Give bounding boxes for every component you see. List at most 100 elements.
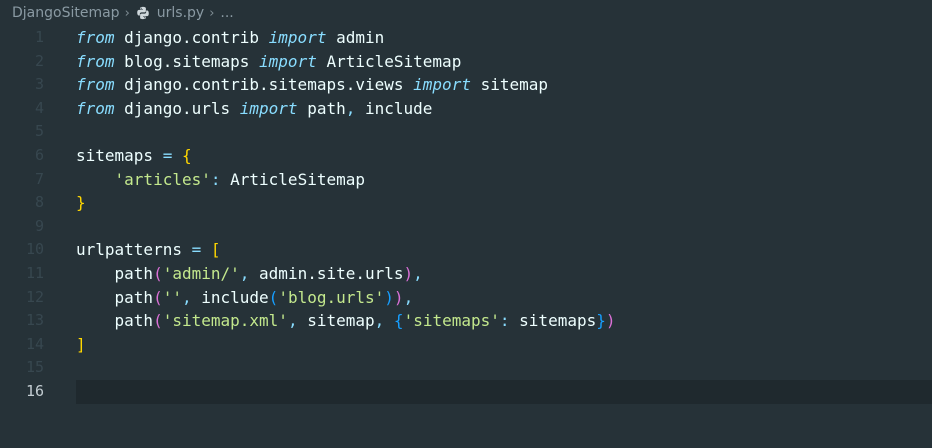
code-token: admin [326, 28, 385, 47]
code-line[interactable]: 12 path('', include('blog.urls')), [0, 286, 932, 310]
code-token: , [287, 311, 298, 331]
code-token: from [76, 28, 115, 47]
line-gutter: 11 [0, 262, 76, 286]
code-lines[interactable]: 1 from django.contrib import admin 2 from b… [0, 26, 932, 404]
line-gutter: 2 [0, 50, 76, 74]
code-token: , [345, 98, 356, 118]
code-line[interactable]: 1 from django.contrib import admin [0, 26, 932, 50]
line-gutter: 14 [0, 333, 76, 357]
breadcrumb-project[interactable]: DjangoSitemap [12, 5, 120, 21]
code-line[interactable]: 16 [0, 379, 932, 404]
code-line[interactable]: 11 path('admin/', admin.site.urls), [0, 262, 932, 286]
code-text: path('', include('blog.urls')), [76, 286, 414, 310]
code-token: sitemaps [509, 311, 597, 331]
code-token: '' [162, 287, 182, 307]
line-gutter: 8 [0, 191, 76, 215]
code-line[interactable]: 3 from django.contrib.sitemaps.views impo… [0, 73, 932, 97]
code-line[interactable]: 9 [0, 215, 932, 239]
code-text: ] [76, 333, 86, 357]
code-token: ( [153, 263, 163, 283]
line-number: 13 [25, 311, 44, 330]
code-token: } [596, 311, 606, 331]
line-number: 8 [34, 193, 44, 212]
code-token: { [181, 145, 192, 165]
code-token: [ [210, 240, 221, 260]
code-text: path('sitemap.xml', sitemap, {'sitemaps'… [76, 309, 616, 333]
code-token: sitemaps [76, 145, 163, 165]
code-text: from django.urls import path, include [76, 97, 432, 121]
code-token: ] [76, 334, 86, 354]
code-token: ( [153, 287, 163, 307]
code-line[interactable]: 13 path('sitemap.xml', sitemap, {'sitema… [0, 309, 932, 333]
code-token: path [76, 263, 154, 283]
code-editor[interactable]: DjangoSitemap › urls.py › ... 1 from djan… [0, 0, 932, 448]
line-number: 9 [34, 216, 44, 235]
code-token: 'sitemaps' [403, 311, 500, 331]
line-number: 5 [34, 122, 44, 141]
code-line[interactable]: 2 from blog.sitemaps import ArticleSitema… [0, 50, 932, 74]
code-text: from blog.sitemaps import ArticleSitemap [76, 50, 461, 74]
code-token: ArticleSitemap [220, 169, 365, 189]
breadcrumb-more[interactable]: ... [220, 5, 233, 21]
breadcrumb: DjangoSitemap › urls.py › ... [0, 0, 932, 26]
line-number: 3 [34, 75, 44, 94]
code-line[interactable]: 10 urlpatterns = [ [0, 238, 932, 262]
code-token: import [268, 28, 327, 47]
code-line[interactable]: 15 [0, 356, 932, 380]
code-token: blog.sitemaps [114, 51, 260, 71]
line-number: 4 [34, 98, 44, 117]
chevron-right-icon: › [124, 5, 130, 21]
code-token: = [191, 240, 202, 260]
code-token: , [413, 263, 423, 283]
code-line[interactable]: 7 'articles': ArticleSitemap [0, 168, 932, 192]
line-gutter: 10 [0, 238, 76, 262]
code-token: ) [384, 287, 394, 307]
code-token: path [297, 98, 346, 118]
line-gutter: 6 [0, 144, 76, 168]
code-token: 'admin/' [162, 263, 240, 283]
code-token: urlpatterns [76, 240, 192, 260]
code-text: } [76, 191, 86, 215]
code-line[interactable]: 6 sitemaps = { [0, 144, 932, 168]
line-gutter: 1 [0, 26, 76, 50]
line-number: 11 [25, 263, 44, 282]
code-token: ( [268, 287, 279, 307]
code-token: = [162, 145, 173, 165]
code-line[interactable]: 14] [0, 333, 932, 357]
line-gutter: 5 [0, 120, 76, 144]
line-number: 12 [25, 287, 44, 306]
line-number: 16 [25, 381, 44, 400]
line-gutter: 9 [0, 215, 76, 239]
line-gutter: 15 [0, 356, 76, 380]
code-token: from [76, 98, 115, 118]
code-line[interactable]: 5 [0, 120, 932, 144]
line-number: 6 [34, 145, 44, 164]
line-gutter: 3 [0, 73, 76, 97]
breadcrumb-file[interactable]: urls.py [157, 5, 204, 21]
code-token: 'sitemap.xml' [162, 311, 288, 331]
code-token: , [374, 311, 385, 331]
code-token: django.contrib.sitemaps.views [114, 75, 414, 95]
code-token: 'blog.urls' [278, 287, 385, 307]
code-token: : [499, 311, 510, 331]
code-token: admin.site.urls [249, 263, 404, 283]
code-token: { [393, 311, 404, 331]
code-line[interactable]: 8} [0, 191, 932, 215]
code-token: ) [605, 311, 616, 331]
code-token: import [239, 98, 298, 118]
code-token: ( [153, 311, 163, 331]
code-token: from [76, 51, 115, 71]
code-token: sitemap [297, 311, 375, 331]
code-token: } [76, 193, 86, 213]
code-token: import [413, 75, 471, 95]
code-token: ) [403, 263, 414, 283]
code-line[interactable]: 4 from django.urls import path, include [0, 97, 932, 121]
code-text: from django.contrib.sitemaps.views impor… [76, 73, 548, 97]
line-gutter: 7 [0, 168, 76, 192]
code-token: include [355, 98, 433, 118]
code-token: from [76, 75, 115, 95]
